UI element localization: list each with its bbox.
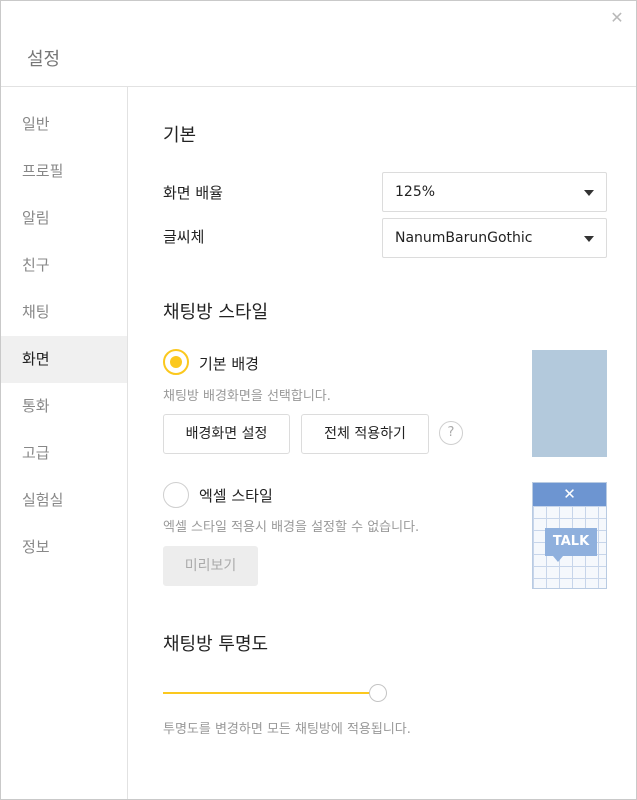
- help-icon[interactable]: ?: [439, 421, 463, 445]
- zoom-label: 화면 배율: [163, 184, 223, 202]
- excel-style-preview-thumbnail[interactable]: ✕ TALK: [532, 482, 607, 589]
- window-title: 설정: [27, 49, 61, 70]
- preview-button[interactable]: 미리보기: [163, 546, 258, 586]
- sidebar-item-labs[interactable]: 실험실: [1, 477, 127, 524]
- display-settings-panel: 기본 화면 배율 125% 글씨체 NanumBarunGothic 채팅방 스…: [128, 87, 636, 799]
- default-background-label[interactable]: 기본 배경: [199, 353, 259, 374]
- close-icon[interactable]: ✕: [608, 9, 626, 27]
- sidebar-item-call[interactable]: 통화: [1, 383, 127, 430]
- default-background-description: 채팅방 배경화면을 선택합니다.: [163, 389, 331, 404]
- talk-badge: TALK: [545, 528, 597, 556]
- settings-window: ✕ 설정 일반 프로필 알림 친구 채팅 화면 통화 고급 실험실 정보 기본 …: [0, 0, 637, 800]
- sidebar-item-advanced[interactable]: 고급: [1, 430, 127, 477]
- section-title-basic: 기본: [163, 125, 197, 146]
- sidebar-item-notifications[interactable]: 알림: [1, 195, 127, 242]
- transparency-description: 투명도를 변경하면 모든 채팅방에 적용됩니다.: [163, 722, 411, 737]
- sidebar-item-friends[interactable]: 친구: [1, 242, 127, 289]
- font-label: 글씨체: [163, 228, 205, 246]
- talk-logo-icon: ✕: [533, 483, 606, 506]
- default-background-radio[interactable]: [163, 349, 189, 375]
- excel-style-description: 엑셀 스타일 적용시 배경을 설정할 수 없습니다.: [163, 520, 420, 535]
- section-title-chat-style: 채팅방 스타일: [163, 302, 269, 323]
- background-preview-thumbnail[interactable]: [532, 350, 607, 457]
- excel-style-label[interactable]: 엑셀 스타일: [199, 485, 273, 506]
- apply-all-button[interactable]: 전체 적용하기: [301, 414, 429, 454]
- chevron-down-icon: [584, 190, 594, 196]
- radio-selected-dot: [170, 356, 182, 368]
- chevron-down-icon: [584, 236, 594, 242]
- section-title-transparency: 채팅방 투명도: [163, 634, 269, 655]
- sidebar-item-profile[interactable]: 프로필: [1, 148, 127, 195]
- font-value: NanumBarunGothic: [395, 230, 533, 246]
- set-background-button[interactable]: 배경화면 설정: [163, 414, 290, 454]
- sidebar-item-general[interactable]: 일반: [1, 101, 127, 148]
- font-select[interactable]: NanumBarunGothic: [382, 218, 607, 258]
- excel-style-radio[interactable]: [163, 482, 189, 508]
- transparency-slider-handle[interactable]: [369, 684, 387, 702]
- sidebar: 일반 프로필 알림 친구 채팅 화면 통화 고급 실험실 정보: [1, 87, 128, 799]
- sidebar-item-info[interactable]: 정보: [1, 524, 127, 571]
- zoom-value: 125%: [395, 184, 436, 200]
- zoom-select[interactable]: 125%: [382, 172, 607, 212]
- transparency-slider-track[interactable]: [163, 692, 371, 694]
- sidebar-item-display[interactable]: 화면: [1, 336, 127, 383]
- sidebar-item-chat[interactable]: 채팅: [1, 289, 127, 336]
- speech-tail: [553, 556, 563, 562]
